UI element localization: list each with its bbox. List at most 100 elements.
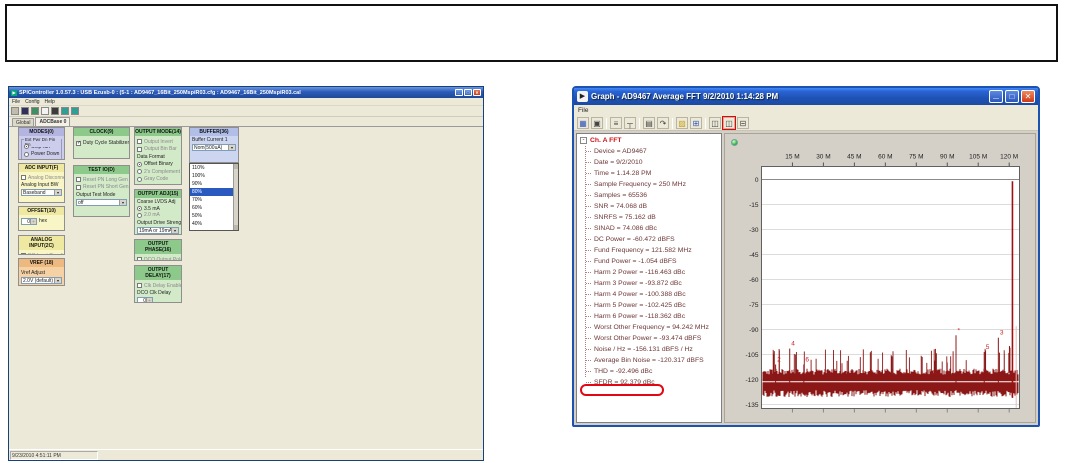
dc-coupling-checkbox[interactable] bbox=[21, 253, 26, 254]
buffer-option[interactable]: 100% bbox=[190, 172, 233, 180]
panel-buffer-header: BUFFER(36) bbox=[190, 128, 238, 136]
graph-toolbar: ▦ ▣ ≡ ┬ ▤ ↷ ▨ ⊞ ◫ ◫ ⊟ bbox=[574, 116, 1038, 131]
output-invert-checkbox[interactable] bbox=[137, 139, 142, 144]
offset-binary-radio[interactable] bbox=[137, 161, 142, 167]
svg-text:105 M: 105 M bbox=[969, 154, 987, 161]
svg-text:90 M: 90 M bbox=[940, 154, 954, 161]
fft-stat-item: SINAD = 74.086 dBc bbox=[577, 223, 721, 234]
analog-disconnect-checkbox[interactable] bbox=[21, 175, 26, 180]
buffer-option[interactable]: 80% bbox=[190, 188, 233, 196]
collapse-icon[interactable]: - bbox=[580, 137, 587, 144]
fft-stat-item: Noise / Hz = -156.131 dBFS / Hz bbox=[577, 344, 721, 355]
maximize-button[interactable] bbox=[464, 89, 472, 96]
toolbar-separator bbox=[705, 117, 706, 129]
cursor-icon[interactable]: ┬ bbox=[624, 117, 636, 129]
split-both-icon[interactable]: ⊟ bbox=[737, 117, 749, 129]
buffer-current-dropdown-list[interactable]: 110% 100% 90% 80% 70% 60% 50% 40% bbox=[189, 163, 239, 231]
menu-config[interactable]: Config bbox=[25, 99, 39, 105]
duty-cycle-checkbox[interactable] bbox=[76, 140, 81, 146]
buffer-option[interactable]: 60% bbox=[190, 204, 233, 212]
svg-text:0: 0 bbox=[755, 177, 759, 184]
chart-settings-icon[interactable]: ▦ bbox=[577, 117, 589, 129]
split-vertical-icon[interactable]: ◫ bbox=[722, 116, 736, 130]
buffer-current-select[interactable]: Nom(500uA) bbox=[192, 144, 236, 151]
svg-text:3: 3 bbox=[1000, 330, 1004, 337]
panel-output-adj-header: OUTPUT ADJ(15) bbox=[135, 190, 181, 198]
spi-title-bar[interactable]: ▶ SPIController 1.0.57.3 : USB Ezusb-0 :… bbox=[9, 87, 483, 98]
menu-help[interactable]: Help bbox=[45, 99, 55, 105]
chip-run-radio[interactable] bbox=[24, 144, 29, 149]
reset-pn-long-checkbox[interactable] bbox=[76, 177, 81, 182]
menu-file[interactable]: File bbox=[12, 99, 20, 105]
clk-delay-enable-label: Clk Delay Enable bbox=[144, 282, 182, 289]
clk-delay-enable-checkbox[interactable] bbox=[137, 283, 142, 288]
output-bin-bar-checkbox[interactable] bbox=[137, 146, 142, 152]
dco-clk-delay-spinner[interactable]: 0 bbox=[137, 296, 153, 302]
panel-modes-header: MODES(0) bbox=[19, 128, 64, 136]
drive-strength-label: Output Drive Strength bbox=[137, 219, 182, 226]
fft-stat-item: SNRFS = 75.162 dB bbox=[577, 212, 721, 223]
save-icon[interactable] bbox=[21, 107, 29, 115]
stop-icon[interactable] bbox=[41, 107, 49, 115]
reset-pn-short-checkbox[interactable] bbox=[76, 184, 81, 190]
close-icon[interactable] bbox=[473, 89, 481, 96]
fft-stat-item: SNR = 74.068 dB bbox=[577, 201, 721, 212]
buffer-option[interactable]: 40% bbox=[190, 220, 233, 228]
vref-adjust-select[interactable]: 2.0V (default) bbox=[21, 276, 62, 284]
power-down-radio[interactable] bbox=[24, 151, 29, 157]
panel-clock-header: CLOCK(9) bbox=[74, 128, 129, 136]
grid-icon[interactable]: ⊞ bbox=[690, 117, 702, 129]
drive-strength-select[interactable]: 19mA or 19mA bbox=[137, 226, 179, 234]
fft-stat-item: Harm 2 Power = -116.463 dBc bbox=[577, 267, 721, 278]
lvds-35ma-radio[interactable] bbox=[137, 206, 142, 211]
tab-adcbase-0[interactable]: ADCBase 0 bbox=[35, 117, 71, 126]
svg-text:60 M: 60 M bbox=[878, 154, 892, 161]
lvds-20ma-radio[interactable] bbox=[137, 212, 142, 218]
spi-toolbar bbox=[9, 106, 483, 117]
fft-stat-item: Average Bin Noise = -120.317 dBFS bbox=[577, 355, 721, 366]
fft-stat-item: Harm 3 Power = -93.872 dBc bbox=[577, 278, 721, 289]
offset-spinner[interactable]: 0 bbox=[21, 217, 37, 225]
spi-controller-window: ▶ SPIController 1.0.57.3 : USB Ezusb-0 :… bbox=[8, 86, 484, 461]
output-test-mode-select[interactable]: off bbox=[76, 198, 127, 206]
save-icon[interactable]: ▤ bbox=[643, 117, 655, 129]
tab-global[interactable]: Global bbox=[12, 118, 35, 126]
annotation-icon[interactable]: ▨ bbox=[676, 117, 688, 129]
dropdown-scrollbar[interactable] bbox=[233, 164, 238, 230]
export-icon[interactable] bbox=[71, 107, 79, 115]
menu-file[interactable]: File bbox=[578, 107, 588, 114]
close-icon[interactable] bbox=[1021, 90, 1035, 103]
gray-code-label: Gray Code bbox=[144, 176, 169, 182]
fft-stat-item: THD = -92.496 dBc bbox=[577, 366, 721, 377]
fft-stats-panel: - Ch. A FFT Device = AD9467 Date = 9/2/20… bbox=[576, 133, 722, 423]
open-icon[interactable] bbox=[31, 107, 39, 115]
link-icon[interactable] bbox=[61, 107, 69, 115]
svg-text:-120: -120 bbox=[745, 377, 758, 384]
panel-layout-icon[interactable]: ▣ bbox=[591, 117, 603, 129]
split-horizontal-icon[interactable]: ◫ bbox=[709, 117, 721, 129]
run-icon[interactable] bbox=[51, 107, 59, 115]
gray-code-radio[interactable] bbox=[137, 176, 142, 182]
buffer-option[interactable]: 90% bbox=[190, 180, 233, 188]
maximize-button[interactable] bbox=[1005, 90, 1019, 103]
minimize-button[interactable] bbox=[455, 89, 463, 96]
panel-output-mode: OUTPUT MODE(14) Output Invert Output Bin… bbox=[134, 127, 182, 185]
panel-offset: OFFSET(10) 0 hex bbox=[18, 206, 65, 231]
power-down-label: Power Down bbox=[31, 151, 60, 157]
panel-vref-header: VREF (18) bbox=[19, 259, 64, 267]
new-icon[interactable] bbox=[11, 107, 19, 115]
dco-clk-delay-label: DCO Clk Delay bbox=[137, 290, 171, 296]
panel-adc-input-header: ADC INPUT(F) bbox=[19, 164, 64, 172]
buffer-option[interactable]: 110% bbox=[190, 164, 233, 172]
dco-polarity-checkbox[interactable] bbox=[137, 257, 142, 260]
buffer-option[interactable]: 50% bbox=[190, 212, 233, 220]
vref-adjust-label: Vref Adjust bbox=[21, 269, 45, 276]
buffer-option[interactable]: 70% bbox=[190, 196, 233, 204]
fft-plot[interactable]: 0 -15 -30 -45 -60 -75 -90 -105 -120 -135 15 M 30 M 4… bbox=[725, 134, 1035, 422]
list-icon[interactable]: ≡ bbox=[610, 117, 622, 129]
twos-complement-radio[interactable] bbox=[137, 169, 142, 174]
minimize-button[interactable] bbox=[989, 90, 1003, 103]
graph-title-bar[interactable]: ▶ Graph - AD9467 Average FFT 9/2/2010 1:… bbox=[574, 88, 1038, 105]
copy-icon[interactable]: ↷ bbox=[657, 117, 669, 129]
analog-input-bw-select[interactable]: Baseband bbox=[21, 189, 62, 196]
